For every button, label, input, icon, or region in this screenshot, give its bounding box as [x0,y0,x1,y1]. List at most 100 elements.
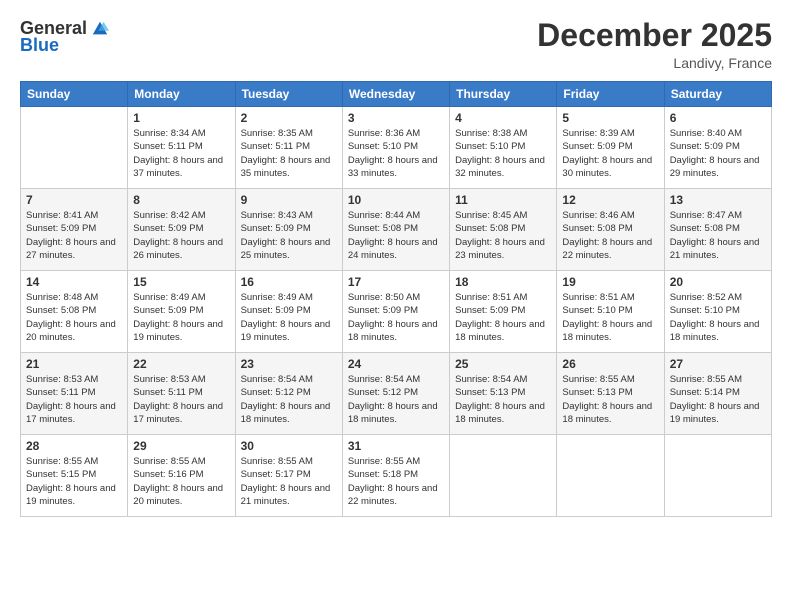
day-number: 22 [133,357,229,371]
logo-blue: Blue [20,35,59,56]
day-info: Sunrise: 8:53 AMSunset: 5:11 PMDaylight:… [26,373,122,426]
day-info: Sunrise: 8:49 AMSunset: 5:09 PMDaylight:… [133,291,229,344]
calendar-cell: 9 Sunrise: 8:43 AMSunset: 5:09 PMDaylight… [235,189,342,271]
day-info: Sunrise: 8:49 AMSunset: 5:09 PMDaylight:… [241,291,337,344]
weekday-header-thursday: Thursday [450,82,557,107]
day-info: Sunrise: 8:50 AMSunset: 5:09 PMDaylight:… [348,291,444,344]
day-info: Sunrise: 8:55 AMSunset: 5:13 PMDaylight:… [562,373,658,426]
day-number: 3 [348,111,444,125]
calendar-cell: 10 Sunrise: 8:44 AMSunset: 5:08 PMDayligh… [342,189,449,271]
day-number: 20 [670,275,766,289]
day-info: Sunrise: 8:36 AMSunset: 5:10 PMDaylight:… [348,127,444,180]
day-info: Sunrise: 8:52 AMSunset: 5:10 PMDaylight:… [670,291,766,344]
month-title: December 2025 [537,18,772,53]
day-number: 2 [241,111,337,125]
day-number: 12 [562,193,658,207]
day-info: Sunrise: 8:48 AMSunset: 5:08 PMDaylight:… [26,291,122,344]
day-info: Sunrise: 8:53 AMSunset: 5:11 PMDaylight:… [133,373,229,426]
calendar-cell: 13 Sunrise: 8:47 AMSunset: 5:08 PMDayligh… [664,189,771,271]
calendar-cell: 7 Sunrise: 8:41 AMSunset: 5:09 PMDaylight… [21,189,128,271]
day-info: Sunrise: 8:51 AMSunset: 5:09 PMDaylight:… [455,291,551,344]
calendar-cell: 27Sunrise: 8:55 AMSunset: 5:14 PMDayligh… [664,353,771,435]
header: General Blue December 2025 Landivy, Fran… [20,18,772,71]
location: Landivy, France [537,55,772,71]
day-info: Sunrise: 8:40 AMSunset: 5:09 PMDaylight:… [670,127,766,180]
calendar-cell: 4Sunrise: 8:38 AMSunset: 5:10 PMDaylight… [450,107,557,189]
calendar-cell: 11 Sunrise: 8:45 AMSunset: 5:08 PMDayligh… [450,189,557,271]
calendar-cell: 20 Sunrise: 8:52 AMSunset: 5:10 PMDayligh… [664,271,771,353]
day-info: Sunrise: 8:41 AMSunset: 5:09 PMDaylight:… [26,209,122,262]
weekday-header-row: SundayMondayTuesdayWednesdayThursdayFrid… [21,82,772,107]
day-number: 18 [455,275,551,289]
calendar-cell: 6Sunrise: 8:40 AMSunset: 5:09 PMDaylight… [664,107,771,189]
day-number: 10 [348,193,444,207]
day-number: 21 [26,357,122,371]
calendar-cell: 3 Sunrise: 8:36 AMSunset: 5:10 PMDaylight… [342,107,449,189]
day-number: 31 [348,439,444,453]
day-number: 15 [133,275,229,289]
calendar-cell: 19 Sunrise: 8:51 AMSunset: 5:10 PMDayligh… [557,271,664,353]
weekday-header-sunday: Sunday [21,82,128,107]
calendar-cell: 16 Sunrise: 8:49 AMSunset: 5:09 PMDayligh… [235,271,342,353]
calendar-cell [450,435,557,517]
day-info: Sunrise: 8:55 AMSunset: 5:17 PMDaylight:… [241,455,337,508]
day-number: 7 [26,193,122,207]
calendar-cell: 23 Sunrise: 8:54 AMSunset: 5:12 PMDayligh… [235,353,342,435]
day-info: Sunrise: 8:42 AMSunset: 5:09 PMDaylight:… [133,209,229,262]
day-number: 8 [133,193,229,207]
day-number: 16 [241,275,337,289]
weekday-header-friday: Friday [557,82,664,107]
day-number: 26 [562,357,658,371]
week-row-5: 28 Sunrise: 8:55 AMSunset: 5:15 PMDayligh… [21,435,772,517]
logo-icon [91,20,109,38]
day-number: 17 [348,275,444,289]
calendar-cell: 31 Sunrise: 8:55 AMSunset: 5:18 PMDayligh… [342,435,449,517]
day-info: Sunrise: 8:35 AMSunset: 5:11 PMDaylight:… [241,127,337,180]
day-number: 13 [670,193,766,207]
day-info: Sunrise: 8:51 AMSunset: 5:10 PMDaylight:… [562,291,658,344]
day-number: 30 [241,439,337,453]
day-info: Sunrise: 8:43 AMSunset: 5:09 PMDaylight:… [241,209,337,262]
day-number: 27 [670,357,766,371]
calendar-cell: 25 Sunrise: 8:54 AMSunset: 5:13 PMDayligh… [450,353,557,435]
day-info: Sunrise: 8:47 AMSunset: 5:08 PMDaylight:… [670,209,766,262]
calendar-cell: 22 Sunrise: 8:53 AMSunset: 5:11 PMDayligh… [128,353,235,435]
day-number: 23 [241,357,337,371]
day-info: Sunrise: 8:55 AMSunset: 5:15 PMDaylight:… [26,455,122,508]
day-number: 29 [133,439,229,453]
day-number: 24 [348,357,444,371]
day-number: 11 [455,193,551,207]
calendar-cell: 15 Sunrise: 8:49 AMSunset: 5:09 PMDayligh… [128,271,235,353]
day-info: Sunrise: 8:55 AMSunset: 5:16 PMDaylight:… [133,455,229,508]
week-row-3: 14 Sunrise: 8:48 AMSunset: 5:08 PMDayligh… [21,271,772,353]
logo: General Blue [20,18,109,56]
day-number: 14 [26,275,122,289]
calendar-cell: 30 Sunrise: 8:55 AMSunset: 5:17 PMDayligh… [235,435,342,517]
day-info: Sunrise: 8:54 AMSunset: 5:13 PMDaylight:… [455,373,551,426]
calendar-cell [557,435,664,517]
day-info: Sunrise: 8:55 AMSunset: 5:18 PMDaylight:… [348,455,444,508]
day-info: Sunrise: 8:39 AMSunset: 5:09 PMDaylight:… [562,127,658,180]
calendar-cell: 18 Sunrise: 8:51 AMSunset: 5:09 PMDayligh… [450,271,557,353]
day-number: 28 [26,439,122,453]
weekday-header-wednesday: Wednesday [342,82,449,107]
day-number: 9 [241,193,337,207]
calendar-cell: 12Sunrise: 8:46 AMSunset: 5:08 PMDayligh… [557,189,664,271]
week-row-2: 7 Sunrise: 8:41 AMSunset: 5:09 PMDaylight… [21,189,772,271]
weekday-header-monday: Monday [128,82,235,107]
day-info: Sunrise: 8:54 AMSunset: 5:12 PMDaylight:… [241,373,337,426]
calendar-cell: 14 Sunrise: 8:48 AMSunset: 5:08 PMDayligh… [21,271,128,353]
weekday-header-saturday: Saturday [664,82,771,107]
day-info: Sunrise: 8:45 AMSunset: 5:08 PMDaylight:… [455,209,551,262]
week-row-4: 21 Sunrise: 8:53 AMSunset: 5:11 PMDayligh… [21,353,772,435]
title-block: December 2025 Landivy, France [537,18,772,71]
day-number: 4 [455,111,551,125]
day-info: Sunrise: 8:44 AMSunset: 5:08 PMDaylight:… [348,209,444,262]
calendar-cell: 2 Sunrise: 8:35 AMSunset: 5:11 PMDaylight… [235,107,342,189]
day-number: 1 [133,111,229,125]
day-number: 19 [562,275,658,289]
day-info: Sunrise: 8:54 AMSunset: 5:12 PMDaylight:… [348,373,444,426]
calendar-cell [664,435,771,517]
day-number: 25 [455,357,551,371]
calendar-cell: 26 Sunrise: 8:55 AMSunset: 5:13 PMDayligh… [557,353,664,435]
